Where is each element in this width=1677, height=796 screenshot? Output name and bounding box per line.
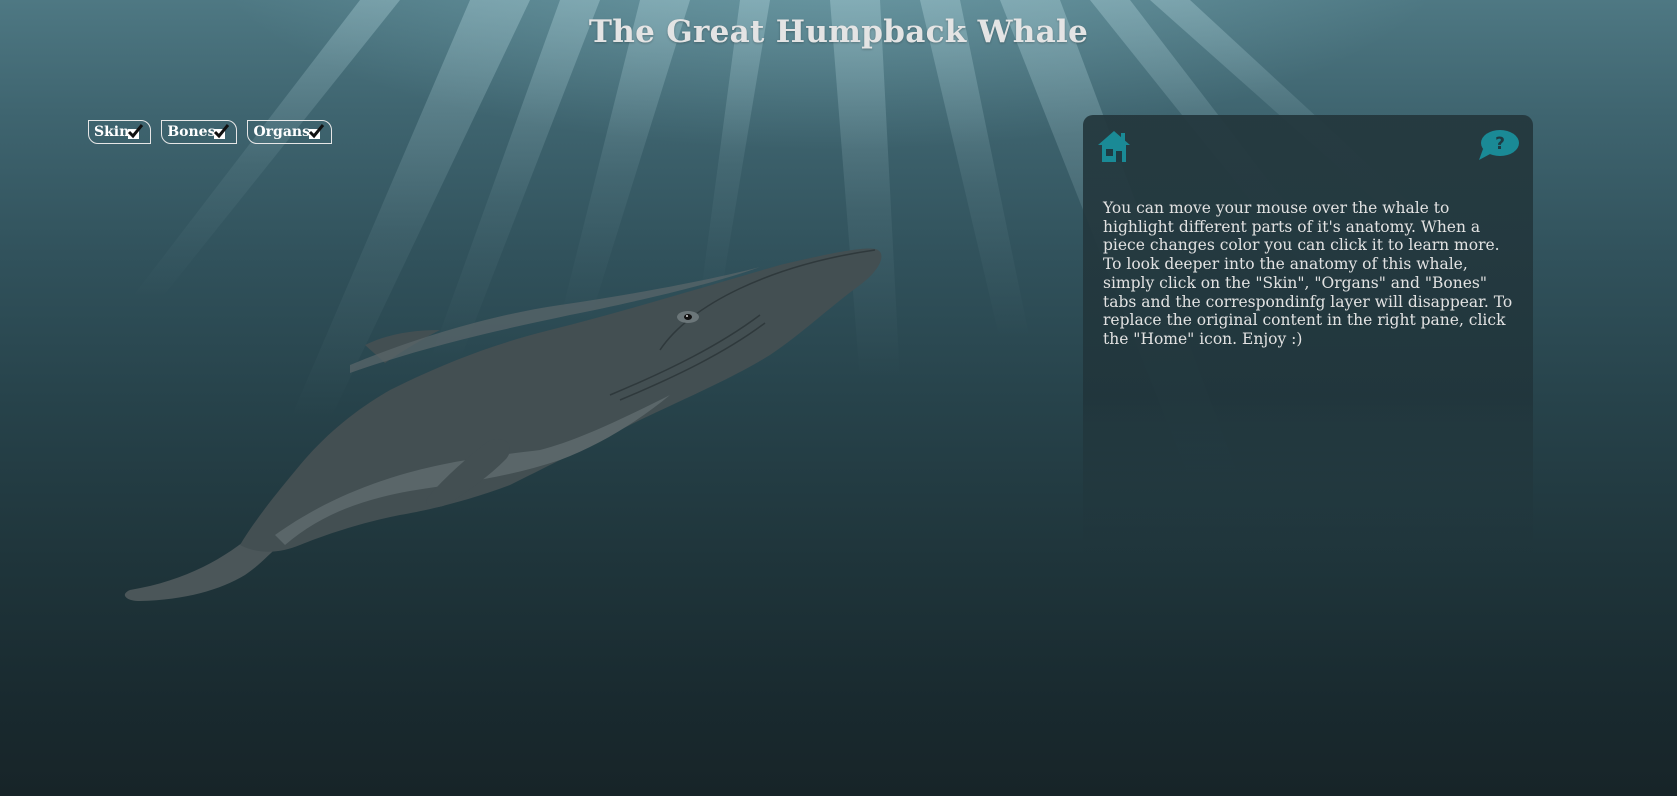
page-title: The Great Humpback Whale xyxy=(588,14,1089,50)
home-icon[interactable] xyxy=(1097,129,1131,163)
tab-bones-label: Bones xyxy=(167,124,216,140)
tab-bones[interactable]: Bones xyxy=(161,120,238,144)
tab-organs-label: Organs xyxy=(253,124,310,140)
info-panel: ? You can move your mouse over the whale… xyxy=(1083,115,1533,585)
tab-organs[interactable]: Organs xyxy=(247,120,332,144)
whale-illustration[interactable] xyxy=(110,245,890,645)
layer-tabs: Skin Bones Organs xyxy=(88,120,332,144)
checkmark-icon[interactable] xyxy=(212,124,230,140)
help-speech-bubble-icon[interactable]: ? xyxy=(1478,129,1520,161)
help-glyph: ? xyxy=(1495,134,1505,154)
checkmark-icon[interactable] xyxy=(307,124,325,140)
info-text: You can move your mouse over the whale t… xyxy=(1103,199,1513,348)
tab-skin-label: Skin xyxy=(94,124,130,140)
tab-skin[interactable]: Skin xyxy=(88,120,152,144)
checkmark-icon[interactable] xyxy=(126,124,144,140)
